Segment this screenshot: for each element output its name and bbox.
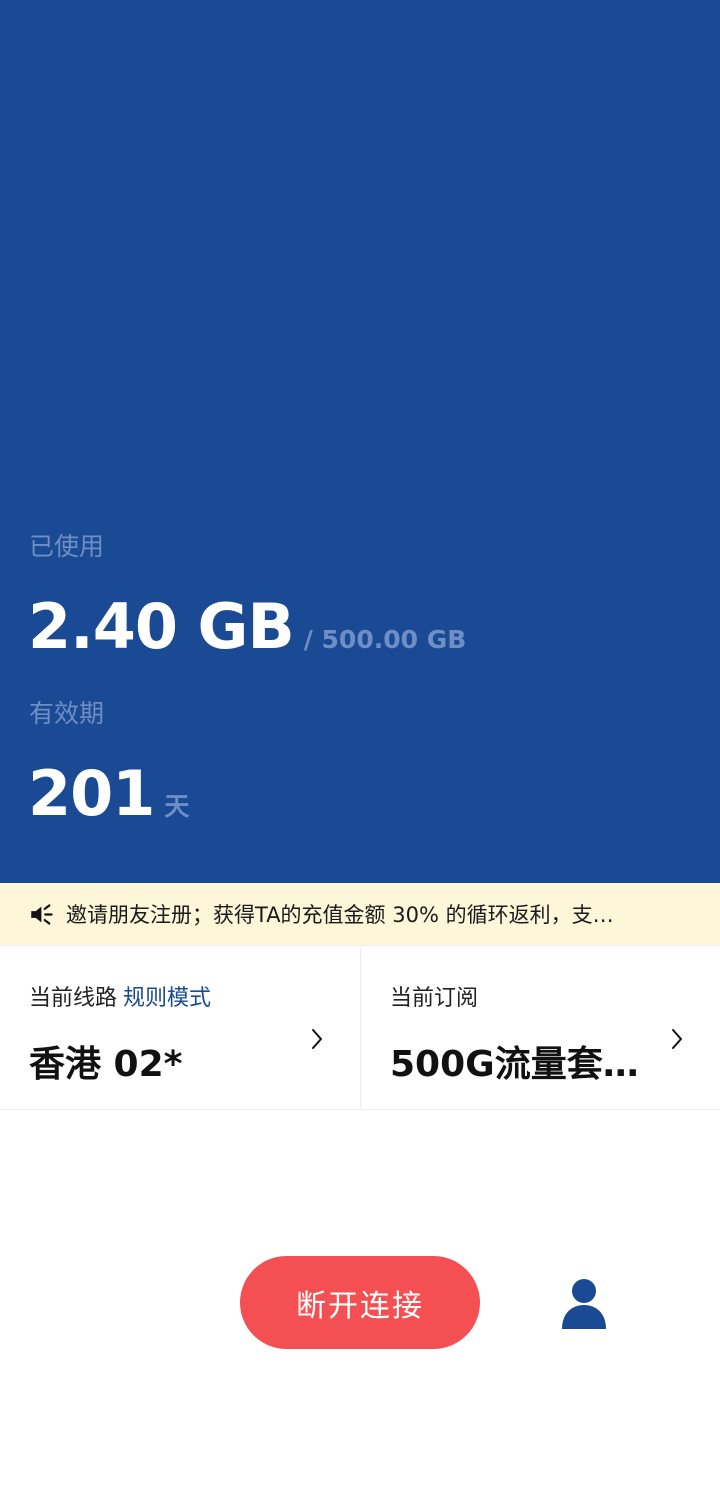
route-mode-link[interactable]: 规则模式 — [123, 986, 211, 1011]
route-caption-row: 当前线路 规则模式 — [29, 980, 211, 1012]
subscription-card[interactable]: 当前订阅 500G流量套… — [360, 947, 720, 1109]
chevron-right-icon — [312, 1029, 322, 1049]
info-cards: 当前线路 规则模式 香港 02* 当前订阅 500G流量套… — [0, 947, 720, 1110]
used-amount: 2.40 GB — [28, 590, 295, 663]
speaker-icon — [31, 903, 53, 925]
days-remaining: 201 — [28, 757, 155, 830]
subscription-caption: 当前订阅 — [390, 986, 479, 1011]
usage-panel: 已使用 2.40 GB / 500.00 GB 有效期 201 天 — [0, 0, 720, 883]
days-unit: 天 — [164, 792, 190, 821]
total-amount: / 500.00 GB — [303, 625, 467, 654]
validity-label: 有效期 — [29, 699, 105, 728]
notice-bar[interactable]: 邀请朋友注册；获得TA的充值金额 30% 的循环返利，支… — [0, 883, 720, 946]
subscription-value: 500G流量套… — [390, 1044, 639, 1085]
route-value: 香港 02* — [29, 1044, 183, 1085]
user-icon[interactable] — [560, 1277, 608, 1329]
disconnect-button[interactable]: 断开连接 — [240, 1256, 480, 1349]
used-label: 已使用 — [29, 532, 105, 561]
notice-text: 邀请朋友注册；获得TA的充值金额 30% 的循环返利，支… — [66, 903, 614, 927]
app-screen: 已使用 2.40 GB / 500.00 GB 有效期 201 天 邀请朋友注册… — [0, 0, 720, 1507]
usage-row: 2.40 GB / 500.00 GB — [28, 596, 466, 658]
route-card[interactable]: 当前线路 规则模式 香港 02* — [0, 947, 360, 1109]
validity-row: 201 天 — [28, 763, 189, 825]
route-caption: 当前线路 — [29, 986, 118, 1011]
chevron-right-icon — [672, 1029, 682, 1049]
